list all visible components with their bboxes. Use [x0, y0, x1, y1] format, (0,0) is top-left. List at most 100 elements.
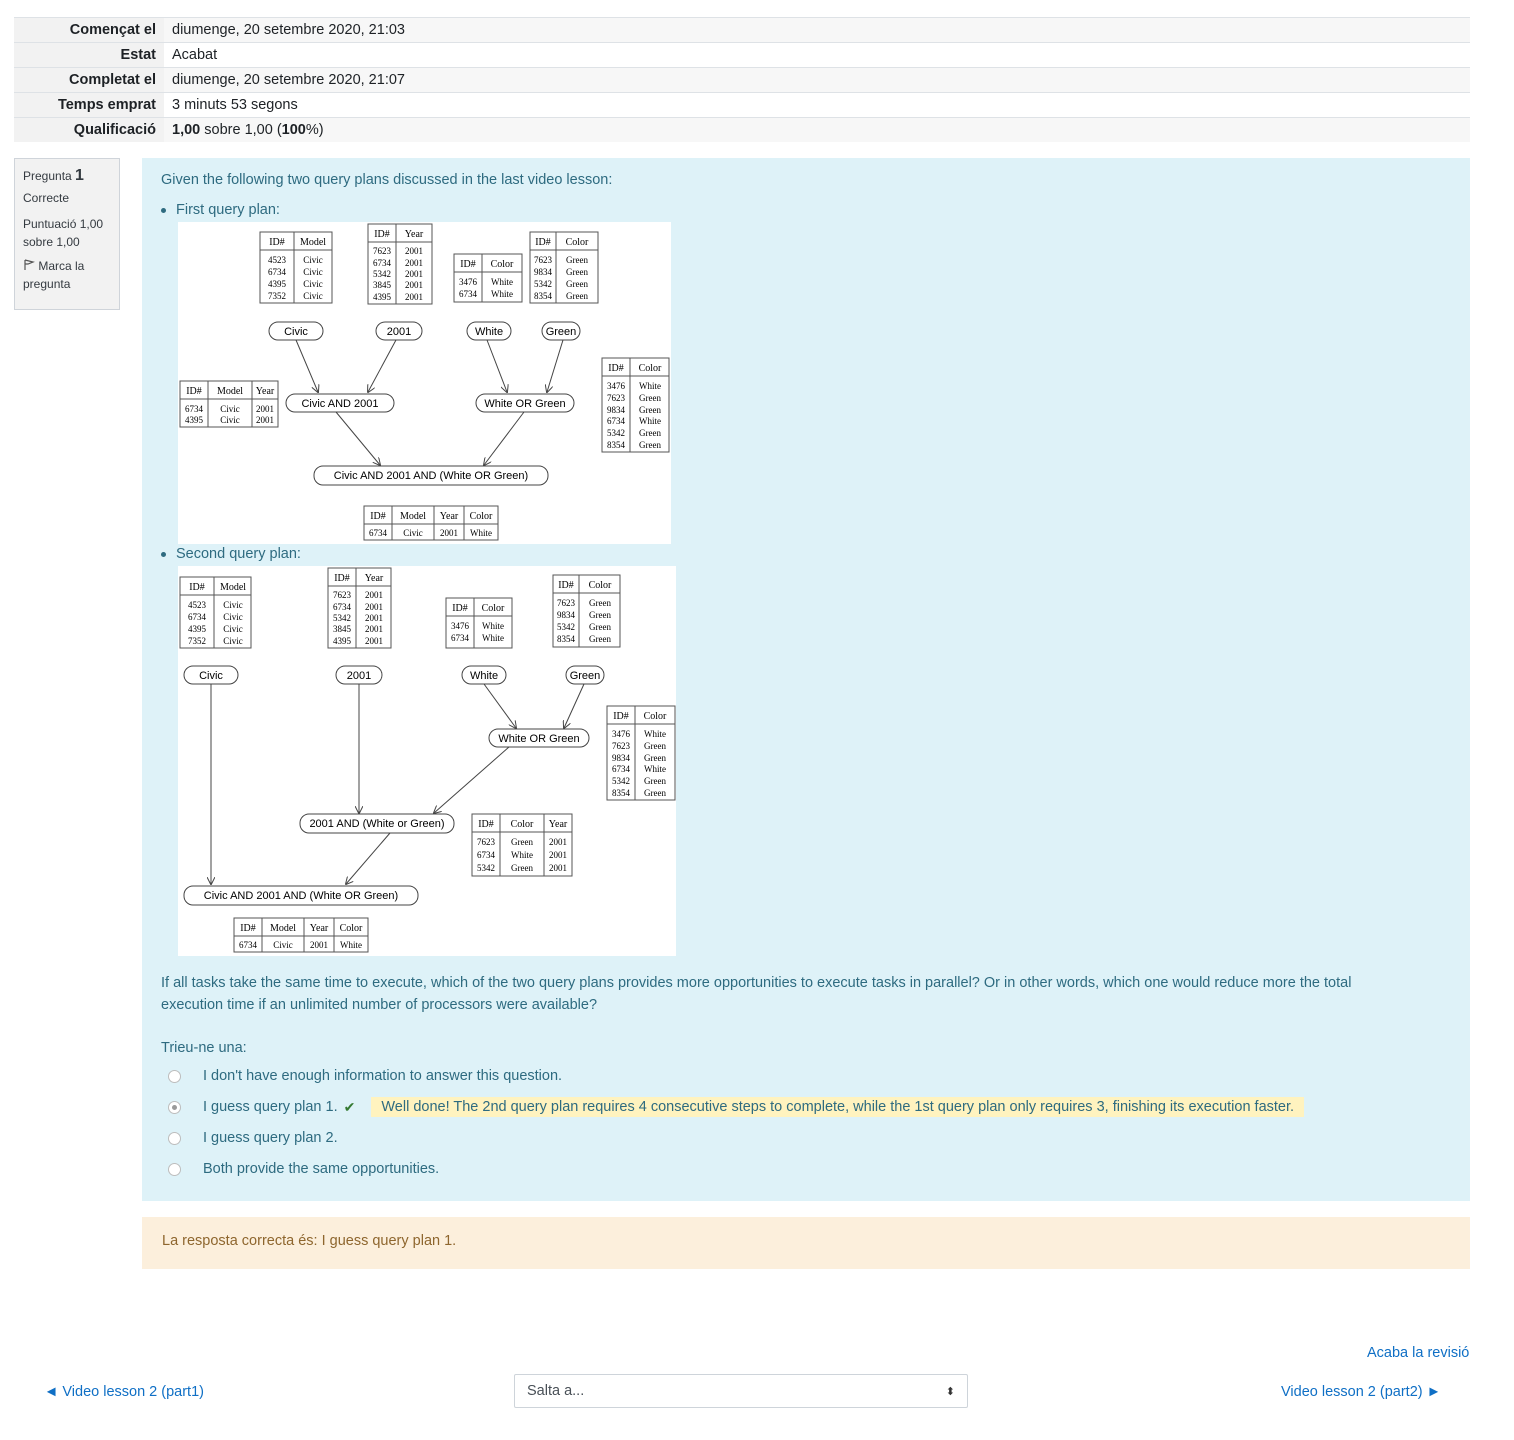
node-civic: Civic — [284, 326, 308, 338]
finish-review-link[interactable]: Acaba la revisió — [1367, 1345, 1469, 1361]
table-header: ID# — [240, 923, 256, 934]
summary-row: Començat el diumenge, 20 setembre 2020, 2… — [14, 17, 1470, 43]
white-table: ID# Color 3476 White 6734 White — [445, 597, 513, 649]
table-cell: Green — [639, 440, 661, 450]
table-cell: 5342 — [612, 776, 630, 786]
table-header: ID# — [370, 511, 386, 522]
attempt-summary-table: Començat el diumenge, 20 setembre 2020, 2… — [14, 17, 1470, 142]
final-result-table: ID# Model Year Color 6734 Civic 2001 White — [233, 917, 369, 953]
table-header: Year — [365, 573, 384, 584]
table-cell: Civic — [223, 612, 243, 622]
flag-icon — [24, 259, 35, 270]
table-cell: Civic — [220, 404, 240, 414]
table-cell: Green — [566, 279, 588, 289]
table-header: Year — [310, 923, 329, 934]
table-cell: White — [491, 289, 513, 299]
second-plan-label: Second query plan: — [176, 546, 301, 562]
table-cell: 5342 — [607, 428, 625, 438]
question-label: Pregunta — [23, 169, 72, 183]
table-cell: 2001 — [256, 415, 274, 425]
table-cell: 9834 — [557, 610, 576, 620]
table-cell: White — [470, 528, 492, 538]
table-cell: Civic — [273, 940, 293, 950]
jump-placeholder: Salta a... — [527, 1383, 585, 1399]
previous-activity-link[interactable]: ◄ Video lesson 2 (part1) — [44, 1384, 204, 1400]
table-header: ID# — [478, 819, 494, 830]
table-cell: Green — [589, 610, 611, 620]
table-cell: Green — [511, 863, 533, 873]
table-cell: 2001 — [405, 258, 423, 268]
node-white: White — [475, 326, 503, 338]
table-header: ID# — [374, 229, 390, 240]
table-cell: 4395 — [188, 624, 207, 634]
answer-option-selected[interactable]: I guess query plan 1. ✔ Well done! The 2… — [168, 1096, 1305, 1118]
table-cell: 7623 — [607, 393, 626, 403]
flag-question-link[interactable]: Marca la pregunta — [23, 257, 111, 293]
table-cell: 8354 — [612, 788, 631, 798]
and-result-table: ID# Model Year 6734 Civic 2001 4395 Civic 20… — [179, 380, 279, 428]
answer-label: I don't have enough information to answe… — [203, 1068, 563, 1084]
table-cell: 6734 — [268, 267, 287, 277]
answer-option[interactable]: I guess query plan 2. — [168, 1127, 338, 1149]
table-cell: Green — [566, 255, 588, 265]
table-cell: Civic — [223, 624, 243, 634]
table-cell: 6734 — [612, 764, 631, 774]
table-header: Color — [491, 259, 514, 270]
radio-button[interactable] — [168, 1131, 181, 1145]
radio-button[interactable] — [168, 1069, 181, 1083]
table-cell: 7623 — [612, 741, 631, 751]
table-cell: 4395 — [268, 279, 287, 289]
summary-value: 3 minuts 53 segons — [164, 92, 1470, 118]
node-2001-and-white-or-green: 2001 AND (White or Green) — [309, 818, 444, 830]
table-header: Color — [589, 580, 612, 591]
table-cell: 5342 — [557, 622, 575, 632]
table-header: Model — [400, 511, 426, 522]
node-green: Green — [570, 670, 601, 682]
node-2001: 2001 — [387, 326, 411, 338]
table-cell: 2001 — [405, 292, 423, 302]
table-cell: 4395 — [333, 636, 352, 646]
table-cell: 6734 — [185, 404, 204, 414]
table-cell: Green — [644, 776, 666, 786]
summary-row: Estat Acabat — [14, 42, 1470, 68]
table-cell: Green — [566, 267, 588, 277]
table-header: ID# — [613, 711, 629, 722]
table-cell: 7623 — [333, 590, 352, 600]
table-cell: 6734 — [459, 289, 478, 299]
summary-row: Completat el diumenge, 20 setembre 2020, … — [14, 67, 1470, 93]
year-table: ID# Year 7623 2001 6734 2001 5342 2001 3845… — [367, 223, 433, 305]
table-header: Year — [405, 229, 424, 240]
jump-to-select[interactable]: Salta a... ⬍ — [514, 1374, 968, 1408]
table-cell: White — [511, 850, 533, 860]
table-cell: 2001 — [405, 246, 423, 256]
table-cell: 7623 — [557, 598, 576, 608]
table-header: ID# — [535, 237, 551, 248]
table-cell: Green — [566, 291, 588, 301]
table-cell: 9834 — [534, 267, 553, 277]
radio-button-checked[interactable] — [168, 1100, 181, 1114]
answer-label: Both provide the same opportunities. — [203, 1161, 440, 1177]
table-header: Year — [256, 386, 275, 397]
table-header: ID# — [189, 582, 205, 593]
radio-button[interactable] — [168, 1162, 181, 1176]
table-header: ID# — [186, 386, 202, 397]
question-info: Pregunta 1 Correcte Puntuació 1,00 sobre… — [14, 158, 120, 310]
table-cell: 7623 — [373, 246, 392, 256]
right-answer-box: La resposta correcta és: I guess query p… — [142, 1217, 1470, 1269]
table-cell: Civic — [223, 600, 243, 610]
table-cell: 2001 — [365, 636, 383, 646]
table-cell: 3845 — [333, 624, 352, 634]
summary-label: Estat — [14, 42, 164, 68]
table-cell: Green — [639, 405, 661, 415]
table-cell: 2001 — [310, 940, 328, 950]
table-header: Color — [340, 923, 363, 934]
table-cell: 3476 — [451, 621, 470, 631]
table-cell: 6734 — [369, 528, 388, 538]
green-table: ID# Color 7623 Green 9834 Green 5342 Green … — [529, 231, 599, 304]
next-activity-link[interactable]: Video lesson 2 (part2) ► — [1281, 1384, 1441, 1400]
table-cell: 8354 — [607, 440, 626, 450]
node-civic: Civic — [199, 670, 223, 682]
answer-option[interactable]: I don't have enough information to answe… — [168, 1065, 562, 1087]
table-cell: 9834 — [607, 405, 626, 415]
answer-option[interactable]: Both provide the same opportunities. — [168, 1158, 439, 1180]
